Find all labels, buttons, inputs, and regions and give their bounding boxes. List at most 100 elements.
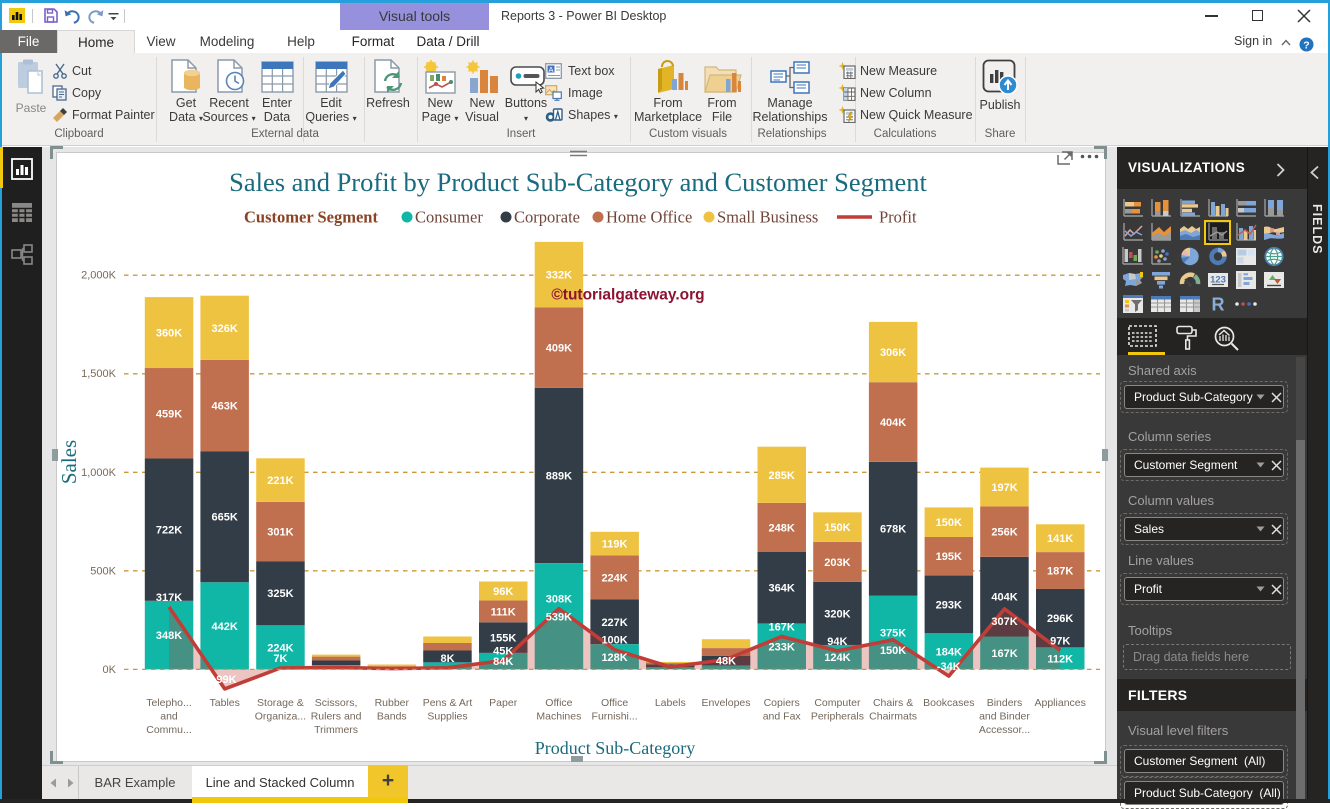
svg-text:Storage &: Storage & bbox=[257, 697, 304, 709]
svg-text:187K: 187K bbox=[1047, 566, 1073, 578]
svg-text:-99K: -99K bbox=[213, 674, 237, 686]
svg-text:320K: 320K bbox=[824, 608, 850, 620]
svg-text:Tables: Tables bbox=[210, 697, 240, 709]
svg-text:8K: 8K bbox=[440, 653, 454, 665]
svg-text:364K: 364K bbox=[769, 583, 795, 595]
svg-text:409K: 409K bbox=[546, 343, 572, 355]
svg-text:Computer: Computer bbox=[814, 697, 861, 709]
svg-text:248K: 248K bbox=[769, 522, 795, 534]
svg-text:Envelopes: Envelopes bbox=[701, 697, 750, 709]
svg-text:Organiza...: Organiza... bbox=[255, 711, 306, 723]
svg-text:326K: 326K bbox=[212, 323, 238, 335]
svg-text:442K: 442K bbox=[212, 621, 238, 633]
svg-text:306K: 306K bbox=[880, 347, 906, 359]
svg-text:Telepho...: Telepho... bbox=[146, 697, 192, 709]
svg-text:665K: 665K bbox=[212, 512, 238, 524]
svg-text:7K: 7K bbox=[273, 653, 287, 665]
svg-text:332K: 332K bbox=[546, 270, 572, 282]
svg-text:195K: 195K bbox=[936, 551, 962, 563]
svg-text:84K: 84K bbox=[493, 656, 513, 668]
svg-text:112K: 112K bbox=[1047, 653, 1073, 665]
svg-text:2,000K: 2,000K bbox=[81, 270, 117, 282]
svg-text:167K: 167K bbox=[991, 648, 1017, 660]
svg-text:404K: 404K bbox=[880, 417, 906, 429]
svg-text:94K: 94K bbox=[827, 636, 847, 648]
svg-text:Furnishi...: Furnishi... bbox=[592, 711, 638, 723]
svg-text:Trimmers: Trimmers bbox=[314, 724, 358, 736]
svg-text:296K: 296K bbox=[1047, 613, 1073, 625]
svg-text:308K: 308K bbox=[546, 594, 572, 606]
svg-text:Chairmats: Chairmats bbox=[869, 711, 917, 723]
svg-text:224K: 224K bbox=[601, 572, 627, 584]
svg-text:500K: 500K bbox=[90, 565, 116, 577]
svg-text:155K: 155K bbox=[490, 633, 516, 645]
svg-text:Bookcases: Bookcases bbox=[923, 697, 974, 709]
svg-text:Rubber: Rubber bbox=[375, 697, 410, 709]
svg-text:150K: 150K bbox=[936, 517, 962, 529]
svg-text:463K: 463K bbox=[212, 401, 238, 413]
svg-text:Labels: Labels bbox=[655, 697, 686, 709]
svg-text:307K: 307K bbox=[991, 616, 1017, 628]
svg-text:227K: 227K bbox=[601, 617, 627, 629]
svg-text:Appliances: Appliances bbox=[1035, 697, 1086, 709]
svg-text:Supplies: Supplies bbox=[427, 711, 467, 723]
svg-text:and Binder: and Binder bbox=[979, 711, 1030, 723]
svg-text:301K: 301K bbox=[267, 527, 293, 539]
svg-text:722K: 722K bbox=[156, 525, 182, 537]
svg-text:©tutorialgateway.org: ©tutorialgateway.org bbox=[551, 287, 704, 304]
svg-text:184K: 184K bbox=[936, 646, 962, 658]
svg-text:Office: Office bbox=[601, 697, 628, 709]
svg-text:150K: 150K bbox=[824, 522, 850, 534]
svg-text:100K: 100K bbox=[601, 635, 627, 647]
svg-text:A: A bbox=[548, 65, 553, 74]
svg-text:Product Sub-Category: Product Sub-Category bbox=[535, 738, 695, 758]
svg-text:Scissors,: Scissors, bbox=[315, 697, 358, 709]
svg-text:Consumer: Consumer bbox=[415, 208, 483, 227]
svg-text:317K: 317K bbox=[156, 592, 182, 604]
svg-text:and: and bbox=[160, 711, 178, 723]
svg-text:45K: 45K bbox=[493, 646, 513, 658]
svg-text:?: ? bbox=[1303, 39, 1309, 51]
svg-text:123: 123 bbox=[1210, 275, 1226, 286]
svg-text:Binders: Binders bbox=[987, 697, 1023, 709]
svg-text:141K: 141K bbox=[1047, 533, 1073, 545]
svg-text:96K: 96K bbox=[493, 586, 513, 598]
svg-text:539K: 539K bbox=[546, 611, 572, 623]
svg-text:889K: 889K bbox=[546, 471, 572, 483]
svg-text:124K: 124K bbox=[824, 652, 850, 664]
svg-text:Accessor...: Accessor... bbox=[979, 724, 1030, 736]
svg-text:Machines: Machines bbox=[536, 711, 581, 723]
svg-text:Copiers: Copiers bbox=[764, 697, 800, 709]
svg-text:Bands: Bands bbox=[377, 711, 407, 723]
svg-text:and Fax: and Fax bbox=[763, 711, 802, 723]
svg-text:97K: 97K bbox=[1050, 635, 1070, 647]
svg-text:203K: 203K bbox=[824, 557, 850, 569]
svg-text:459K: 459K bbox=[156, 408, 182, 420]
svg-text:285K: 285K bbox=[769, 470, 795, 482]
svg-text:0K: 0K bbox=[103, 664, 117, 676]
svg-text:Peripherals: Peripherals bbox=[811, 711, 864, 723]
svg-text:119K: 119K bbox=[602, 539, 628, 551]
svg-text:221K: 221K bbox=[267, 475, 293, 487]
svg-text:Small Business: Small Business bbox=[717, 208, 818, 227]
svg-text:Rulers and: Rulers and bbox=[311, 711, 362, 723]
svg-text:1,000K: 1,000K bbox=[81, 467, 117, 479]
svg-text:167K: 167K bbox=[769, 622, 795, 634]
svg-text:1,500K: 1,500K bbox=[81, 368, 117, 380]
svg-text:150K: 150K bbox=[880, 645, 906, 657]
svg-text:Sales: Sales bbox=[57, 440, 81, 484]
svg-text:404K: 404K bbox=[991, 592, 1017, 604]
svg-text:197K: 197K bbox=[991, 482, 1017, 494]
svg-text:128K: 128K bbox=[601, 652, 627, 664]
svg-text:Chairs &: Chairs & bbox=[873, 697, 913, 709]
svg-text:678K: 678K bbox=[880, 524, 906, 536]
svg-text:348K: 348K bbox=[156, 630, 182, 642]
svg-text:Customer Segment: Customer Segment bbox=[244, 208, 378, 227]
svg-text:360K: 360K bbox=[156, 328, 182, 340]
svg-text:Profit: Profit bbox=[879, 208, 917, 227]
svg-text:R: R bbox=[1212, 295, 1225, 315]
svg-text:256K: 256K bbox=[991, 527, 1017, 539]
svg-text:Sales and Profit by Product Su: Sales and Profit by Product Sub-Category… bbox=[229, 167, 927, 197]
svg-text:Pens & Art: Pens & Art bbox=[423, 697, 473, 709]
svg-text:Paper: Paper bbox=[489, 697, 518, 709]
